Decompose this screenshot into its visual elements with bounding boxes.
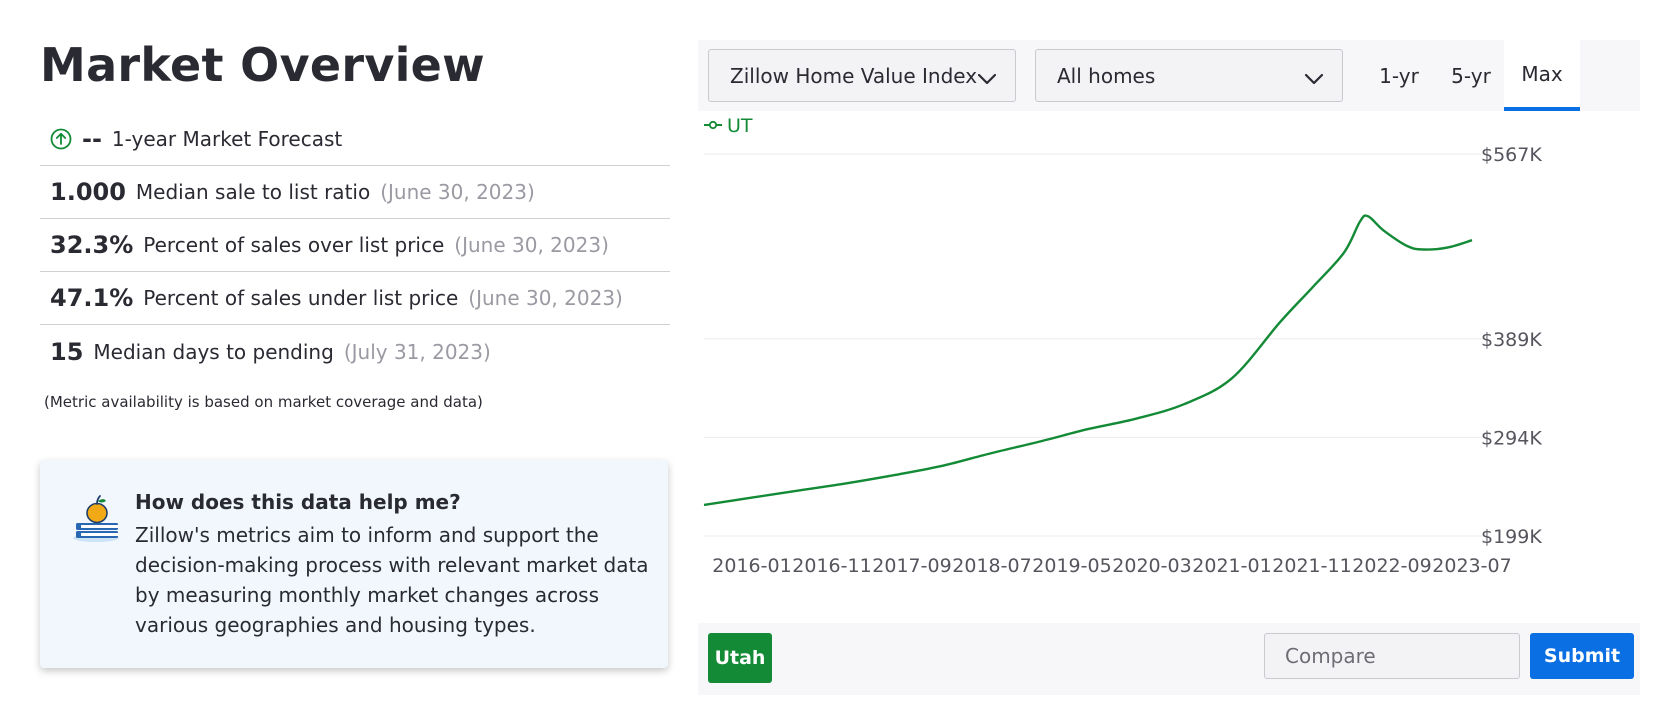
y-tick-label: $389K [1481,329,1542,351]
metric-value: 15 [50,337,84,366]
metrics-list: -- 1-year Market Forecast 1.000 Median s… [40,113,670,378]
submit-button[interactable]: Submit [1530,633,1634,679]
region-button-utah[interactable]: Utah [708,633,772,683]
arrow-up-circle-icon [50,128,72,150]
metric-row-forecast: -- 1-year Market Forecast [40,113,670,166]
y-tick-label: $294K [1481,427,1542,449]
metric-row-over-list: 32.3% Percent of sales over list price (… [40,219,670,272]
metric-value: 32.3% [50,231,134,259]
metric-row-sale-to-list: 1.000 Median sale to list ratio (June 30… [40,166,670,219]
chart-panel: Zillow Home Value Index All homes 1-yr 5… [698,40,1640,695]
legend-marker-icon [708,120,718,130]
y-tick-label: $199K [1481,526,1542,548]
metric-label: 1-year Market Forecast [111,127,343,151]
range-tab-5yr[interactable]: 5-yr [1438,40,1504,111]
apple-books-icon [72,492,122,544]
home-value-chart: $199K $294K $389K $567K 2016-01 2016-11 2017-0… [703,115,1542,577]
x-tick-label: 2019-05 [1032,555,1111,577]
compare-input[interactable] [1264,633,1520,679]
help-title: How does this data help me? [135,490,461,514]
help-card: How does this data help me? Zillow's met… [40,460,668,668]
help-body: Zillow's metrics aim to inform and suppo… [135,523,649,637]
home-type-select[interactable]: All homes [1035,49,1343,102]
legend-label: UT [727,115,753,137]
metric-label: Percent of sales under list price [143,286,459,310]
metric-availability-note: (Metric availability is based on market … [44,393,483,411]
metric-select[interactable]: Zillow Home Value Index [708,49,1016,102]
chart-bottom-bar: Utah Submit [698,623,1640,695]
chevron-down-icon [977,67,997,85]
x-tick-label: 2023-07 [1432,555,1511,577]
metric-date: (June 30, 2023) [454,233,609,257]
metric-date: (June 30, 2023) [380,180,535,204]
chart-controls: Zillow Home Value Index All homes 1-yr 5… [698,40,1640,111]
metric-date: (July 31, 2023) [343,339,491,364]
x-tick-label: 2016-11 [792,555,871,577]
range-tab-1yr[interactable]: 1-yr [1366,40,1432,111]
metric-label: Median sale to list ratio [135,180,371,204]
y-tick-label: $567K [1481,144,1542,166]
metric-value: -- [82,125,102,153]
metric-row-days-to-pending: 15 Median days to pending (July 31, 2023… [40,325,670,378]
metric-label: Percent of sales over list price [143,233,445,257]
x-tick-label: 2022-09 [1352,555,1431,577]
series-line-ut [703,214,1473,507]
range-tab-max[interactable]: Max [1504,40,1580,111]
x-tick-label: 2017-09 [872,555,951,577]
metric-row-under-list: 47.1% Percent of sales under list price … [40,272,670,325]
chevron-down-icon [1304,67,1324,85]
metric-value: 47.1% [50,284,134,312]
x-tick-label: 2020-03 [1112,555,1191,577]
home-type-select-value: All homes [1057,63,1156,88]
metric-value: 1.000 [50,178,126,206]
metric-select-value: Zillow Home Value Index [730,63,978,88]
x-tick-label: 2021-11 [1272,555,1351,577]
metric-label: Median days to pending [93,339,334,364]
metric-date: (June 30, 2023) [468,286,623,310]
page-title: Market Overview [40,38,485,92]
x-tick-label: 2016-01 [712,555,791,577]
x-tick-label: 2018-07 [952,555,1031,577]
x-tick-label: 2021-01 [1192,555,1271,577]
